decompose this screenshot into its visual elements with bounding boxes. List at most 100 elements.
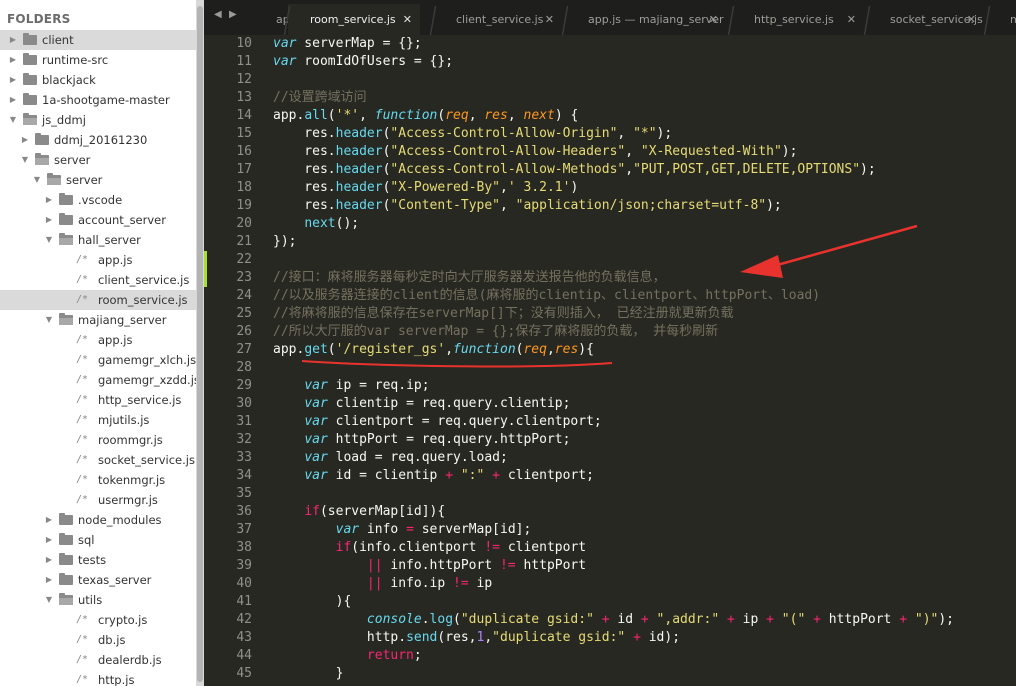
code-line[interactable]: if(serverMap[id]){	[273, 503, 445, 521]
tree-file[interactable]: /* usermgr.js	[0, 490, 196, 510]
code-editor[interactable]: 10 var serverMap = {}; 11 var roomIdOfUsers…	[204, 35, 1016, 686]
disclosure-collapsed-icon[interactable]: ▶	[44, 510, 54, 530]
tree-file[interactable]: /* http.js	[0, 670, 196, 686]
tree-folder[interactable]: ▼ server	[0, 150, 196, 170]
tab[interactable]: app.js — majiang_server ✕	[566, 4, 726, 35]
tree-folder[interactable]: ▶ runtime-src	[0, 50, 196, 70]
disclosure-collapsed-icon[interactable]: ▶	[44, 210, 54, 230]
code-line[interactable]: //接口：麻将服务器每秒定时向大厅服务器发送报告他的负载信息，	[273, 269, 666, 287]
tab-active[interactable]: room_service.js ✕	[288, 4, 420, 35]
close-icon[interactable]: ✕	[709, 4, 718, 35]
code-line[interactable]: //以及服务器连接的client的信息(麻将服的clientip、clientp…	[273, 287, 820, 305]
tree-file[interactable]: /* mjutils.js	[0, 410, 196, 430]
code-line[interactable]: res.header("Access-Control-Allow-Origin"…	[273, 125, 672, 143]
tab[interactable]: socket_service.js ✕	[868, 4, 984, 35]
disclosure-expanded-icon[interactable]: ▼	[44, 230, 54, 250]
close-icon[interactable]: ✕	[847, 4, 856, 35]
code-line[interactable]: var roomIdOfUsers = {};	[273, 53, 453, 71]
code-line[interactable]: app.get('/register_gs',function(req,res)…	[273, 341, 594, 359]
tree-folder[interactable]: ▼ utils	[0, 590, 196, 610]
code-line[interactable]: return;	[273, 647, 422, 665]
code-line[interactable]: app.all('*', function(req, res, next) {	[273, 107, 578, 125]
tree-folder[interactable]: ▶ texas_server	[0, 570, 196, 590]
tree-file[interactable]: /* app.js	[0, 330, 196, 350]
disclosure-expanded-icon[interactable]: ▼	[32, 170, 42, 190]
disclosure-collapsed-icon[interactable]: ▶	[44, 190, 54, 210]
disclosure-expanded-icon[interactable]: ▼	[44, 310, 54, 330]
disclosure-expanded-icon[interactable]: ▼	[20, 150, 30, 170]
code-line[interactable]: res.header("Content-Type", "application/…	[273, 197, 781, 215]
close-icon[interactable]: ✕	[403, 4, 412, 35]
tree-file[interactable]: /* gamemgr_xzdd.js	[0, 370, 196, 390]
tree-folder[interactable]: ▶ blackjack	[0, 70, 196, 90]
tree-folder[interactable]: ▶ sql	[0, 530, 196, 550]
disclosure-expanded-icon[interactable]: ▼	[44, 590, 54, 610]
code-line[interactable]: var info = serverMap[id];	[273, 521, 532, 539]
code-line[interactable]: res.header("Access-Control-Allow-Headers…	[273, 143, 797, 161]
code-line[interactable]: next();	[273, 215, 359, 233]
disclosure-collapsed-icon[interactable]: ▶	[44, 550, 54, 570]
code-line[interactable]: if(info.clientport != clientport	[273, 539, 586, 557]
tree-folder[interactable]: ▼ server	[0, 170, 196, 190]
disclosure-collapsed-icon[interactable]: ▶	[20, 130, 30, 150]
code-line[interactable]: //所以大厅服的var serverMap = {};保存了麻将服的负载， 并每…	[273, 323, 718, 341]
close-icon[interactable]: ✕	[545, 4, 554, 35]
tree-file[interactable]: /* room_service.js	[0, 290, 196, 310]
disclosure-collapsed-icon[interactable]: ▶	[8, 30, 18, 50]
tree-folder[interactable]: ▼ majiang_server	[0, 310, 196, 330]
code-line[interactable]: });	[273, 233, 296, 251]
close-icon[interactable]: ✕	[967, 4, 976, 35]
code-line[interactable]: var clientip = req.query.clientip;	[273, 395, 570, 413]
tree-file[interactable]: /* crypto.js	[0, 610, 196, 630]
tree-folder[interactable]: ▶ 1a-shootgame-master	[0, 90, 196, 110]
tree-file[interactable]: /* db.js	[0, 630, 196, 650]
tree-folder[interactable]: ▶ node_modules	[0, 510, 196, 530]
code-line[interactable]: console.log("duplicate gsid:" + id + ",a…	[273, 611, 954, 629]
code-line[interactable]: || info.httpPort != httpPort	[273, 557, 586, 575]
tree-folder[interactable]: ▶ client	[0, 30, 196, 50]
code-line[interactable]: var ip = req.ip;	[273, 377, 429, 395]
code-line[interactable]: res.header("Access-Control-Allow-Methods…	[273, 161, 875, 179]
code-line[interactable]: //设置跨域访问	[273, 89, 367, 107]
code-line[interactable]: res.header("X-Powered-By",' 3.2.1')	[273, 179, 578, 197]
tree-file[interactable]: /* socket_service.js	[0, 450, 196, 470]
disclosure-collapsed-icon[interactable]: ▶	[44, 570, 54, 590]
tree-file[interactable]: /* tokenmgr.js	[0, 470, 196, 490]
tree-folder[interactable]: ▶ ddmj_20161230	[0, 130, 196, 150]
tree-file[interactable]: /* dealerdb.js	[0, 650, 196, 670]
tab[interactable]: mmg	[988, 4, 1016, 35]
tree-file[interactable]: /* client_service.js	[0, 270, 196, 290]
code-token: "Access-Control-Allow-Methods"	[390, 162, 626, 177]
tree-file[interactable]: /* http_service.js	[0, 390, 196, 410]
code-line[interactable]: var clientport = req.query.clientport;	[273, 413, 601, 431]
sidebar-scrollbar-thumb[interactable]	[197, 6, 203, 682]
tree-folder[interactable]: ▶ tests	[0, 550, 196, 570]
code-line[interactable]: }	[273, 665, 344, 683]
tree-file[interactable]: /* app.js	[0, 250, 196, 270]
tree-folder[interactable]: ▶ account_server	[0, 210, 196, 230]
code-line[interactable]: var serverMap = {};	[273, 35, 422, 53]
forward-arrow-icon[interactable]: ▶	[229, 9, 237, 20]
tab[interactable]: client_service.js ✕	[434, 4, 562, 35]
tree-folder[interactable]: ▶ .vscode	[0, 190, 196, 210]
code-line[interactable]: ){	[273, 593, 352, 611]
tree-file[interactable]: /* gamemgr_xlch.js	[0, 350, 196, 370]
disclosure-collapsed-icon[interactable]: ▶	[8, 90, 18, 110]
code-line[interactable]: http.send(res,1,"duplicate gsid:" + id);	[273, 629, 680, 647]
disclosure-collapsed-icon[interactable]: ▶	[44, 530, 54, 550]
tree-folder[interactable]: ▼ js_ddmj	[0, 110, 196, 130]
tree-file[interactable]: /* roommgr.js	[0, 430, 196, 450]
code-line[interactable]: var id = clientip + ":" + clientport;	[273, 467, 594, 485]
code-line[interactable]: var load = req.query.load;	[273, 449, 508, 467]
disclosure-expanded-icon[interactable]: ▼	[8, 110, 18, 130]
code-line[interactable]: var httpPort = req.query.httpPort;	[273, 431, 570, 449]
code-line[interactable]: || info.ip != ip	[273, 575, 492, 593]
tree-folder[interactable]: ▼ hall_server	[0, 230, 196, 250]
code-token: ) {	[554, 108, 579, 123]
back-arrow-icon[interactable]: ◀	[214, 9, 222, 20]
folder-icon	[59, 553, 73, 565]
tab[interactable]: http_service.js ✕	[732, 4, 864, 35]
disclosure-collapsed-icon[interactable]: ▶	[8, 70, 18, 90]
code-line[interactable]: //将麻将服的信息保存在serverMap[]下；没有则插入， 已经注册就更新负…	[273, 305, 734, 323]
disclosure-collapsed-icon[interactable]: ▶	[8, 50, 18, 70]
